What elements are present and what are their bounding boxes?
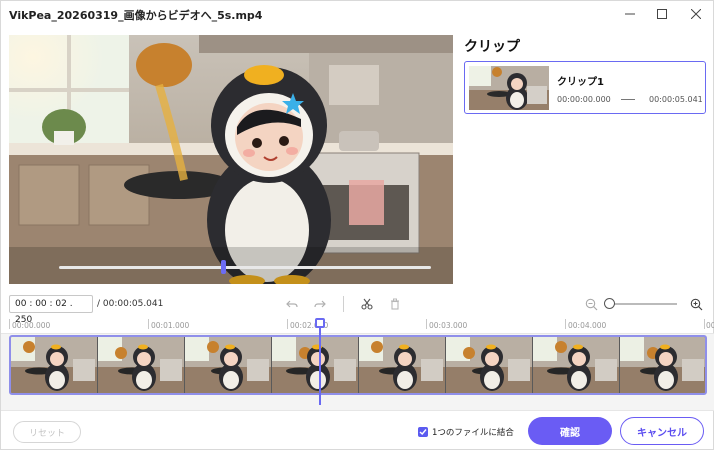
merge-files-label: 1つのファイルに結合 <box>432 428 514 438</box>
clip-end-time: 00:00:05.041 <box>649 95 703 104</box>
clip-time-separator <box>621 99 635 100</box>
filmstrip-frame <box>185 337 272 393</box>
checkbox-checked-icon[interactable] <box>418 427 428 437</box>
timeline-ruler[interactable]: 00:00.000 00:01.000 00:02.000 00:03.000 … <box>9 319 714 333</box>
toolbar-divider <box>343 296 344 312</box>
filmstrip-frame <box>620 337 705 393</box>
clip-start-time: 00:00:00.000 <box>557 95 611 104</box>
ruler-tick <box>287 319 288 329</box>
video-preview[interactable] <box>9 35 453 284</box>
preview-seek-track[interactable] <box>59 266 431 269</box>
playhead-handle[interactable] <box>315 318 325 328</box>
title-bar: VikPea_20260319_画像からビデオへ_5s.mp4 <box>1 1 714 27</box>
clip-name: クリップ1 <box>557 77 604 88</box>
zoom-out-icon[interactable] <box>582 295 600 313</box>
filmstrip-frame <box>272 337 359 393</box>
ruler-tick <box>426 319 427 329</box>
ruler-tick <box>9 319 10 329</box>
total-duration: / 00:00:05.041 <box>97 299 164 309</box>
trash-icon[interactable] <box>386 295 404 313</box>
clip-thumbnail <box>469 66 549 110</box>
timeline-filmstrip[interactable] <box>9 335 707 395</box>
editor-window: VikPea_20260319_画像からビデオへ_5s.mp4 クリップ クリッ… <box>0 0 714 450</box>
maximize-icon[interactable] <box>651 5 673 23</box>
window-title: VikPea_20260319_画像からビデオへ_5s.mp4 <box>9 9 263 22</box>
ruler-label-3: 00:03.000 <box>429 321 468 330</box>
confirm-button[interactable]: 確認 <box>528 417 612 445</box>
ruler-label-0: 00:00.000 <box>12 321 51 330</box>
undo-icon[interactable] <box>283 295 301 313</box>
ruler-label-1: 00:01.000 <box>151 321 190 330</box>
zoom-in-icon[interactable] <box>687 295 705 313</box>
filmstrip-frame <box>98 337 185 393</box>
filmstrip-frame <box>11 337 98 393</box>
current-time-field[interactable]: 00 : 00 : 02 . 250 <box>9 295 93 325</box>
cancel-button[interactable]: キャンセル <box>620 417 704 445</box>
redo-icon[interactable] <box>311 295 329 313</box>
scissors-icon[interactable] <box>358 295 376 313</box>
ruler-label-4: 00:04.000 <box>568 321 607 330</box>
playhead-line[interactable] <box>319 325 321 405</box>
reset-button[interactable]: リセット <box>13 421 81 443</box>
ruler-tick <box>148 319 149 329</box>
ruler-tick <box>704 319 705 329</box>
merge-files-checkbox[interactable]: 1つのファイルに結合 <box>418 426 514 438</box>
minimize-icon[interactable] <box>619 5 641 23</box>
clip-card[interactable]: クリップ1 00:00:00.000 00:00:05.041 <box>464 61 706 114</box>
zoom-slider-handle[interactable] <box>604 298 615 309</box>
filmstrip-frame <box>446 337 533 393</box>
filmstrip-frame <box>533 337 620 393</box>
filmstrip-frame <box>359 337 446 393</box>
close-icon[interactable] <box>685 5 707 23</box>
clip-panel-heading: クリップ <box>464 39 520 55</box>
zoom-slider-track[interactable] <box>609 303 677 305</box>
preview-seek-handle[interactable] <box>220 260 226 274</box>
ruler-label-5: 00:05.000 <box>706 321 714 330</box>
preview-image <box>9 35 453 284</box>
ruler-tick <box>565 319 566 329</box>
